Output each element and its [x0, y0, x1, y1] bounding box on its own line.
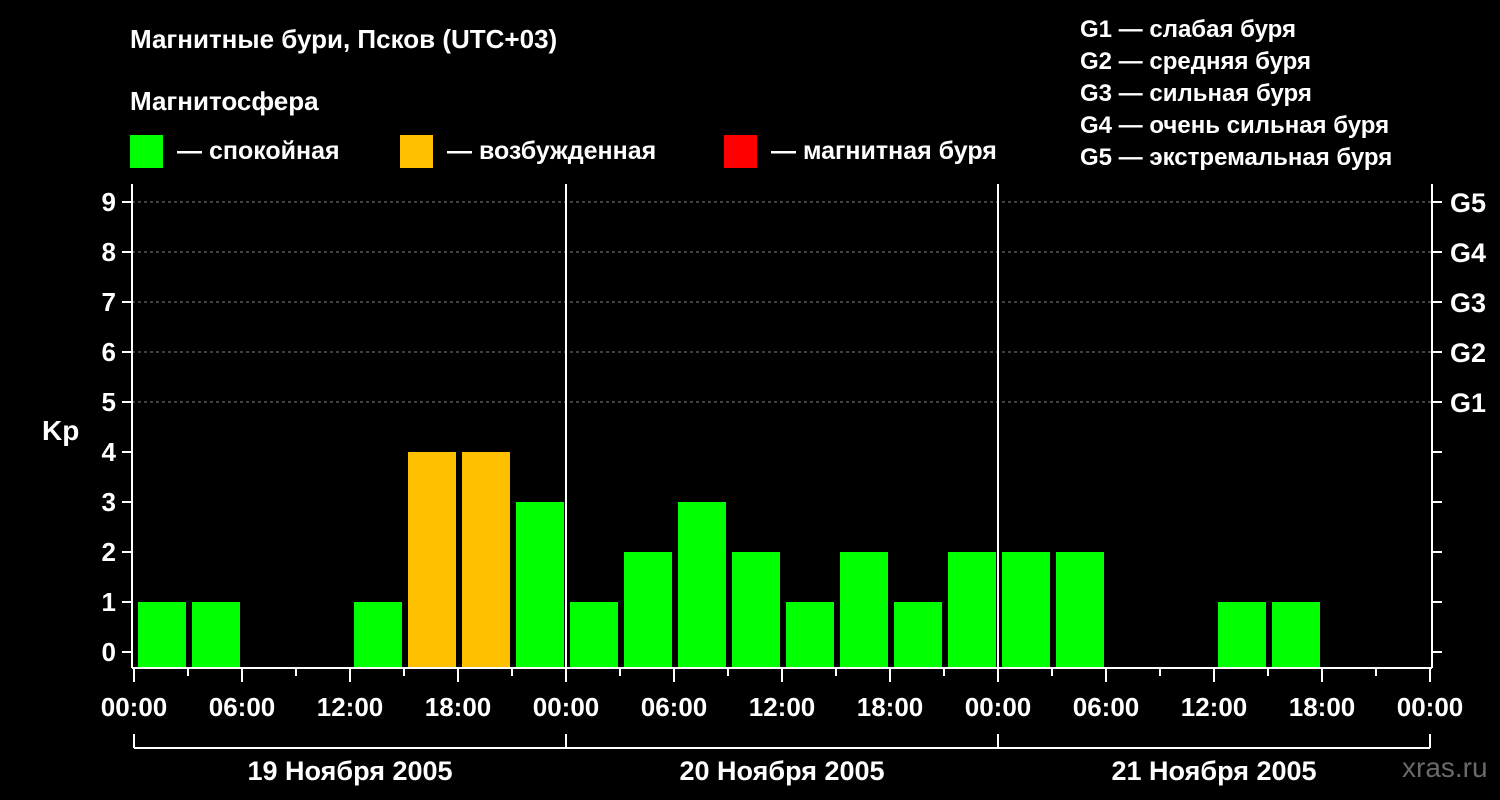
- kp-bar: [624, 552, 672, 668]
- x-tick-label: 12:00: [317, 692, 384, 722]
- y-tick-label: 2: [102, 537, 116, 567]
- y-tick-label: 3: [102, 487, 116, 517]
- kp-bar: [192, 602, 240, 668]
- kp-bar: [570, 602, 618, 668]
- kp-chart: 0 1 2 3 4 5 6 7 8 9 G1 G2 G3 G4 G5 Kp 00:00 06:00 12:00 18:…: [42, 184, 1486, 786]
- kp-bar: [840, 552, 888, 668]
- g-axis-label: G3: [1450, 288, 1486, 318]
- y-tick-label: 9: [102, 187, 116, 217]
- kp-bar: [948, 552, 996, 668]
- day-label: 19 Ноября 2005: [247, 756, 452, 786]
- kp-bar: [462, 452, 510, 668]
- kp-bar: [678, 502, 726, 668]
- x-tick-label: 12:00: [1181, 692, 1248, 722]
- kp-bar: [516, 502, 564, 668]
- kp-bar: [408, 452, 456, 668]
- kp-bar: [732, 552, 780, 668]
- y-tick-label: 5: [102, 387, 116, 417]
- y-tick-label: 4: [102, 437, 117, 467]
- y-tick-label: 1: [102, 587, 116, 617]
- kp-bar: [786, 602, 834, 668]
- g-axis-label: G2: [1450, 338, 1486, 368]
- y-tick-label: 0: [102, 637, 116, 667]
- y-tick-label: 8: [102, 237, 116, 267]
- y-tick-label: 6: [102, 337, 116, 367]
- kp-bar: [354, 602, 402, 668]
- x-tick-label: 06:00: [209, 692, 276, 722]
- x-tick-label: 06:00: [1073, 692, 1140, 722]
- g-axis-label: G4: [1450, 238, 1486, 268]
- x-tick-label: 18:00: [1289, 692, 1356, 722]
- x-tick-label: 18:00: [857, 692, 924, 722]
- kp-bar: [1272, 602, 1320, 668]
- x-tick-label: 00:00: [533, 692, 600, 722]
- x-tick-label: 00:00: [1397, 692, 1464, 722]
- x-tick-label: 00:00: [965, 692, 1032, 722]
- kp-bar: [894, 602, 942, 668]
- y-axis-label: Kp: [42, 415, 79, 446]
- watermark: xras.ru: [1402, 752, 1488, 783]
- x-tick-label: 18:00: [425, 692, 492, 722]
- kp-bar: [1056, 552, 1104, 668]
- x-tick-label: 00:00: [101, 692, 168, 722]
- x-tick-label: 06:00: [641, 692, 708, 722]
- kp-bar: [1218, 602, 1266, 668]
- kp-bar: [1002, 552, 1050, 668]
- kp-bar: [138, 602, 186, 668]
- g-axis-label: G1: [1450, 388, 1486, 418]
- x-tick-label: 12:00: [749, 692, 816, 722]
- y-tick-label: 7: [102, 287, 116, 317]
- g-axis-label: G5: [1450, 188, 1486, 218]
- day-label: 21 Ноября 2005: [1111, 756, 1316, 786]
- day-label: 20 Ноября 2005: [679, 756, 884, 786]
